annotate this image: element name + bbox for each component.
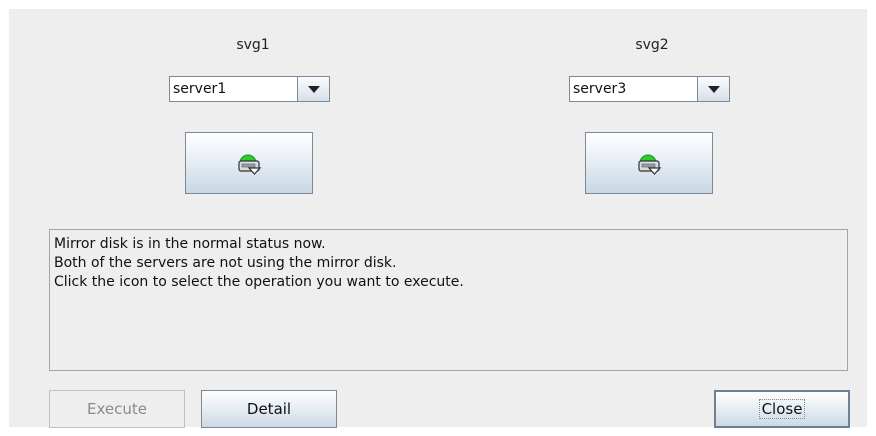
mirror-disk-normal-icon [238,154,262,175]
status-message-line: Click the icon to select the operation y… [54,274,464,290]
server-select-1-dropdown-button[interactable] [297,77,329,101]
server-group-label-2: svg2 [635,37,669,53]
server-group-label-1: svg1 [236,37,270,53]
close-button[interactable]: Close [714,390,850,428]
status-message-line: Mirror disk is in the normal status now. [54,236,326,252]
server-select-1-value: server1 [173,81,227,97]
execute-button-label: Execute [87,400,147,418]
server-select-2[interactable]: server3 [569,76,730,102]
mirror-disk-button-1[interactable] [185,132,313,194]
detail-button[interactable]: Detail [201,390,337,428]
status-message-line: Both of the servers are not using the mi… [54,255,397,271]
mirror-disk-normal-icon [638,154,662,175]
status-message-area: Mirror disk is in the normal status now.… [49,229,848,371]
close-button-label: Close [758,399,806,419]
server-select-2-dropdown-button[interactable] [697,77,729,101]
server-select-1[interactable]: server1 [169,76,330,102]
chevron-down-icon [307,85,320,93]
chevron-down-icon [707,85,720,93]
server-select-2-value: server3 [573,81,627,97]
mirror-disk-button-2[interactable] [585,132,713,194]
detail-button-label: Detail [246,400,292,418]
execute-button[interactable]: Execute [49,390,185,428]
